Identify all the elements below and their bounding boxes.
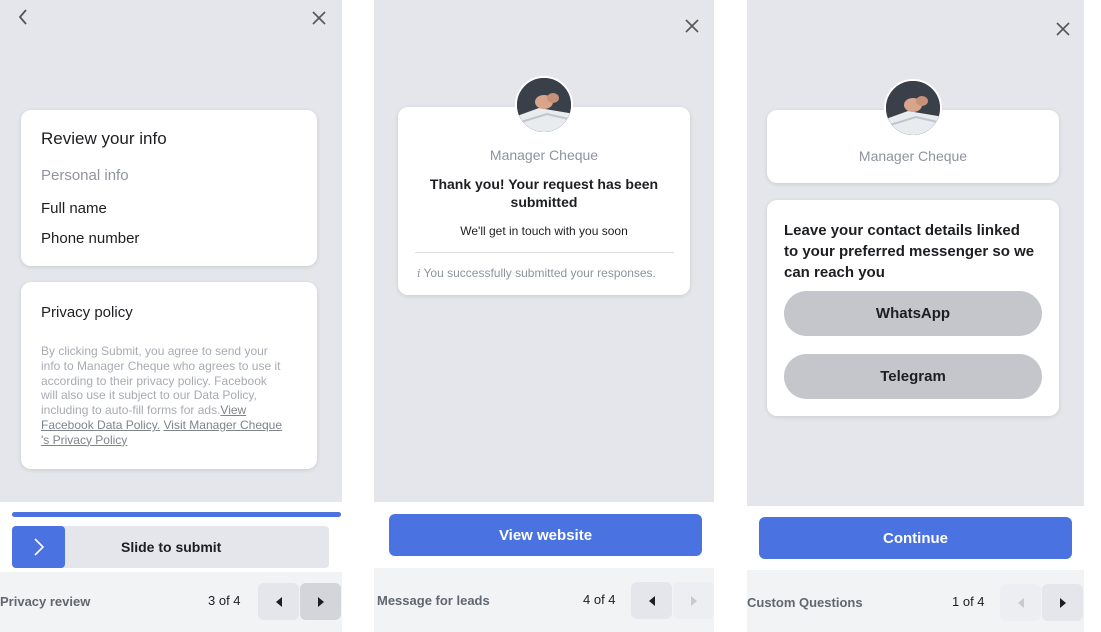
previous-step-button[interactable] (258, 583, 299, 620)
privacy-policy-card: Privacy policy By clicking Submit, you a… (21, 282, 317, 469)
privacy-line: By clicking Submit, you agree to send yo… (41, 344, 268, 358)
next-step-button[interactable] (1042, 584, 1083, 621)
privacy-line: including to auto-fill forms for ads. (41, 403, 221, 418)
close-icon[interactable] (312, 11, 326, 25)
caret-right-icon (690, 595, 697, 606)
advertiser-avatar (515, 76, 573, 134)
privacy-line: info to Manager Cheque who agrees to use… (41, 358, 281, 373)
privacy-line: will also use it subject to our Data Pol… (41, 388, 257, 403)
data-policy-link[interactable]: Facebook Data Policy. (41, 418, 160, 432)
lead-form-preview: Review your info Personal info Full name… (0, 0, 1101, 632)
advertiser-avatar (884, 79, 942, 137)
progress-fill (12, 512, 341, 517)
confirmation-row: i You successfully submitted your respons… (417, 266, 656, 280)
info-icon: i (417, 267, 421, 280)
step-footer: Custom Questions 1 of 4 (747, 570, 1084, 632)
advertiser-name: Manager Cheque (858, 148, 968, 164)
advertiser-policy-link[interactable]: 's Privacy Policy (41, 433, 127, 447)
advertiser-policy-link[interactable]: Visit Manager Cheque (164, 418, 283, 432)
form-screen: Manager Cheque Thank you! Your request h… (374, 0, 714, 568)
view-website-button[interactable]: View website (389, 514, 702, 556)
step-counter: 1 of 4 (952, 594, 985, 609)
privacy-line: according to their privacy policy. Faceb… (41, 373, 267, 388)
question-text: can reach you (784, 264, 885, 281)
chevron-left-icon[interactable] (18, 9, 28, 25)
cta-bar: View website (374, 502, 714, 568)
chevron-right-icon (33, 538, 44, 556)
close-icon[interactable] (685, 19, 699, 33)
follow-up-text: We'll get in touch with you soon (460, 224, 628, 238)
slide-label: Slide to submit (121, 539, 222, 555)
caret-right-icon (317, 596, 324, 607)
panel-privacy-review: Review your info Personal info Full name… (0, 0, 342, 632)
question-text: Leave your contact details linked (784, 222, 1020, 239)
privacy-text: By clicking Submit, you agree to send yo… (41, 344, 311, 448)
previous-step-button[interactable] (1000, 584, 1041, 621)
thank-you-heading: Thank you! Your request has been (429, 176, 659, 192)
caret-left-icon (275, 596, 282, 607)
section-label: Personal info (41, 167, 129, 184)
divider (415, 252, 674, 253)
close-icon[interactable] (1056, 22, 1070, 36)
cta-bar: Continue (747, 506, 1084, 570)
step-counter: 4 of 4 (583, 592, 616, 607)
thank-you-heading: submitted (510, 194, 578, 210)
telegram-option-button[interactable]: Telegram (784, 354, 1042, 399)
question-card: Leave your contact details linked to you… (767, 200, 1059, 416)
field-full-name: Full name (41, 200, 107, 217)
field-phone-number: Phone number (41, 230, 140, 247)
slide-handle[interactable] (12, 526, 65, 568)
form-screen: Manager Cheque Leave your contact detail… (747, 0, 1084, 570)
step-name: Custom Questions (747, 595, 863, 610)
data-policy-link[interactable]: View (220, 403, 246, 417)
confirmation-text: You successfully submitted your response… (423, 266, 656, 280)
continue-button[interactable]: Continue (759, 517, 1072, 559)
question-text: to your preferred messenger so we (784, 243, 1035, 260)
next-step-button[interactable] (300, 583, 341, 620)
form-screen: Review your info Personal info Full name… (0, 0, 342, 572)
review-info-card: Review your info Personal info Full name… (21, 110, 317, 266)
card-title: Review your info (41, 129, 167, 148)
caret-right-icon (1059, 597, 1066, 608)
step-name: Message for leads (377, 593, 490, 608)
progress-track (12, 512, 341, 517)
whatsapp-option-button[interactable]: WhatsApp (784, 291, 1042, 336)
caret-left-icon (648, 595, 655, 606)
card-title: Privacy policy (41, 304, 133, 321)
next-step-button[interactable] (673, 582, 714, 619)
slide-to-submit-track[interactable]: Slide to submit (12, 526, 329, 568)
submit-bar: Slide to submit (0, 502, 342, 572)
step-name: Privacy review (0, 594, 91, 609)
caret-left-icon (1017, 597, 1024, 608)
advertiser-name: Manager Cheque (489, 147, 599, 163)
panel-message-for-leads: Manager Cheque Thank you! Your request h… (372, 0, 714, 632)
previous-step-button[interactable] (631, 582, 672, 619)
step-footer: Privacy review 3 of 4 (0, 572, 342, 632)
thank-you-card: Manager Cheque Thank you! Your request h… (398, 107, 690, 295)
step-counter: 3 of 4 (208, 593, 241, 608)
step-footer: Message for leads 4 of 4 (374, 568, 714, 632)
panel-custom-questions: Manager Cheque Leave your contact detail… (745, 0, 1085, 632)
